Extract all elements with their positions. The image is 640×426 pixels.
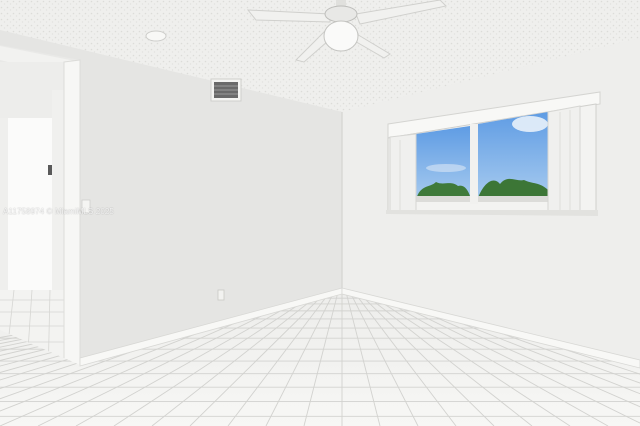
watermark: A11758974 © MiamiMLS 2025: [3, 207, 114, 216]
room-photo: A11758974 © MiamiMLS 2025: [0, 0, 640, 426]
air-vent-icon: [210, 78, 242, 102]
outlet-icon: [217, 289, 225, 301]
ceiling-light-icon: [145, 30, 167, 42]
